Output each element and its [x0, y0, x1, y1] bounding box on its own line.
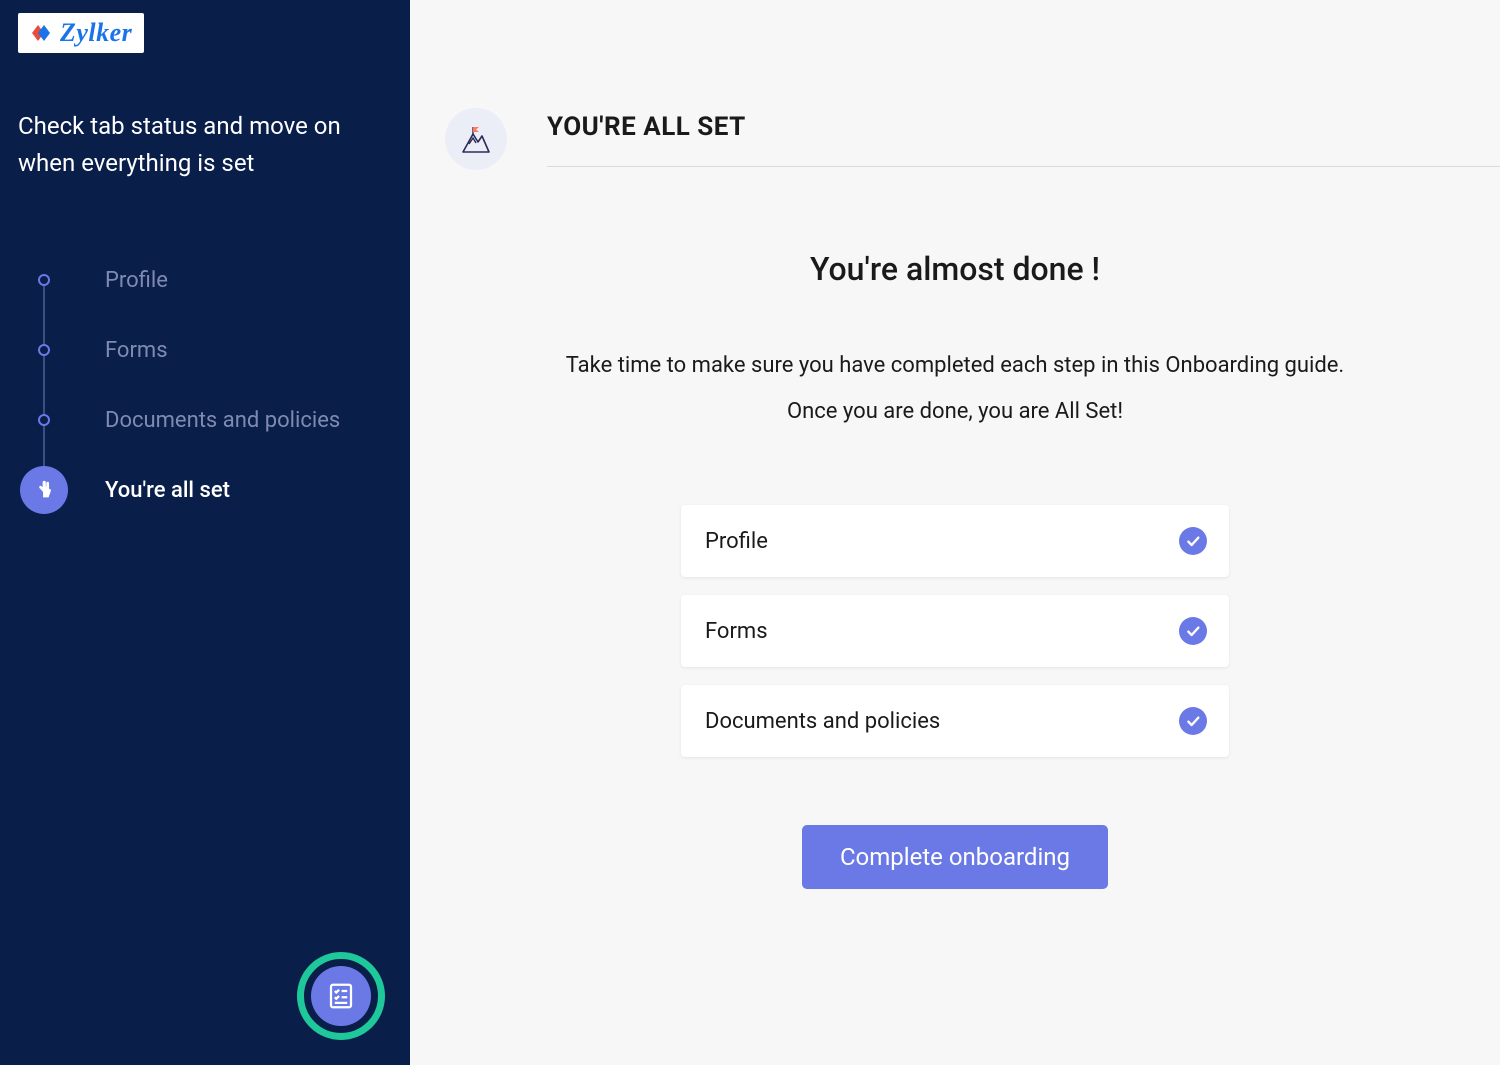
step-profile[interactable]: Profile	[38, 257, 392, 303]
step-documents[interactable]: Documents and policies	[38, 397, 392, 443]
step-label: Forms	[105, 338, 168, 363]
checklist-item-documents[interactable]: Documents and policies	[681, 685, 1229, 757]
step-dot-icon	[38, 274, 50, 286]
complete-onboarding-button[interactable]: Complete onboarding	[802, 825, 1108, 889]
checklist-fab[interactable]	[297, 952, 385, 1040]
checkmark-icon	[1179, 527, 1207, 555]
sidebar-subtitle: Check tab status and move on when everyt…	[18, 108, 392, 182]
checklist-icon	[311, 966, 371, 1026]
checklist-item-label: Forms	[705, 619, 768, 644]
hero-subtitle: Take time to make sure you have complete…	[470, 343, 1440, 435]
step-forms[interactable]: Forms	[38, 327, 392, 373]
page-header: YOU'RE ALL SET	[445, 108, 1500, 170]
completion-checklist: Profile Forms Documents and policies	[681, 505, 1229, 757]
mountain-flag-icon	[445, 108, 507, 170]
hero-subtitle-line: Take time to make sure you have complete…	[566, 353, 1344, 378]
checklist-item-label: Profile	[705, 529, 768, 554]
page-title-wrap: YOU'RE ALL SET	[547, 112, 1500, 167]
step-all-set[interactable]: You're all set	[38, 467, 392, 513]
main-content: YOU'RE ALL SET You're almost done ! Take…	[410, 0, 1500, 1065]
checklist-item-profile[interactable]: Profile	[681, 505, 1229, 577]
step-dot-icon	[38, 344, 50, 356]
checkmark-icon	[1179, 617, 1207, 645]
brand-name: Zylker	[60, 18, 132, 48]
step-label: Profile	[105, 268, 168, 293]
page-title: YOU'RE ALL SET	[547, 112, 1500, 142]
current-step-icon	[20, 466, 68, 514]
checklist-item-forms[interactable]: Forms	[681, 595, 1229, 667]
step-label: Documents and policies	[105, 408, 340, 433]
hero-title: You're almost done !	[470, 250, 1440, 288]
step-dot-icon	[38, 414, 50, 426]
page-body: You're almost done ! Take time to make s…	[410, 250, 1500, 889]
sidebar: Zylker Check tab status and move on when…	[0, 0, 410, 1065]
brand-logo-icon	[26, 21, 54, 45]
brand-logo: Zylker	[18, 13, 144, 53]
step-label: You're all set	[105, 478, 230, 503]
checkmark-icon	[1179, 707, 1207, 735]
onboarding-steps: Profile Forms Documents and policies You…	[38, 257, 392, 513]
hero-subtitle-line: Once you are done, you are All Set!	[787, 399, 1123, 424]
checklist-item-label: Documents and policies	[705, 709, 940, 734]
